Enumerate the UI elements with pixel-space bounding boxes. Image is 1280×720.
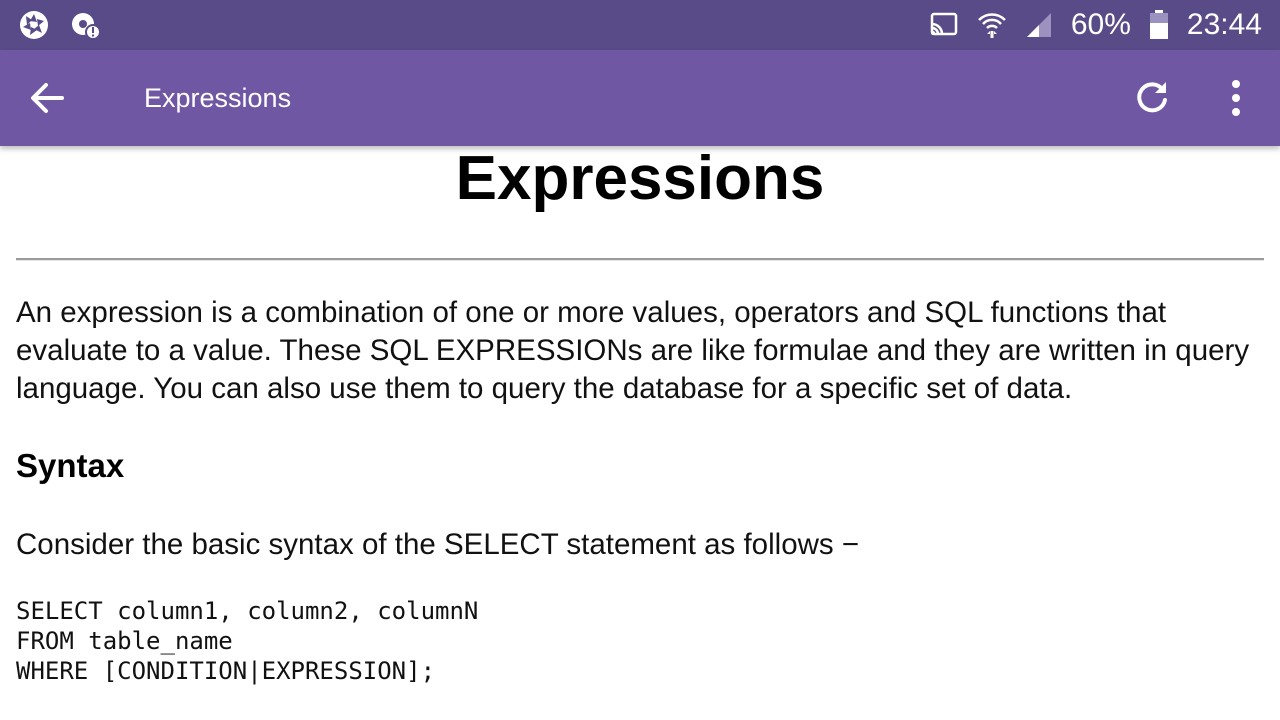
code-line: FROM table_name (16, 627, 233, 655)
status-bar: 60% 23:44 (0, 0, 1280, 50)
page-content: Expressions An expression is a combinati… (0, 146, 1280, 720)
refresh-icon[interactable] (1132, 78, 1172, 118)
battery-icon (1149, 10, 1169, 40)
code-line: SELECT column1, column2, columnN (16, 597, 479, 625)
overflow-menu-icon[interactable] (1222, 78, 1250, 118)
back-arrow-icon[interactable] (26, 76, 70, 120)
app-bar-title: Expressions (144, 83, 292, 113)
syntax-description: Consider the basic syntax of the SELECT … (16, 528, 860, 561)
code-line: WHERE [CONDITION|EXPRESSION]; (16, 657, 436, 685)
intro-paragraph: An expression is a combination of one or… (16, 296, 1250, 405)
syntax-heading: Syntax (16, 447, 125, 484)
aperture-icon (18, 9, 50, 41)
app-bar: Expressions (0, 50, 1280, 146)
page-title: Expressions (455, 146, 825, 213)
status-left-icons (18, 9, 102, 41)
battery-percent: 60% (1070, 8, 1131, 41)
location-alert-icon (70, 9, 102, 41)
status-right: 60% 23:44 (929, 0, 1262, 50)
clock: 23:44 (1186, 8, 1262, 41)
code-block: SELECT column1, column2, columnN FROM ta… (16, 596, 478, 686)
signal-icon (1025, 11, 1053, 39)
divider (16, 258, 1264, 261)
wifi-icon (977, 10, 1007, 40)
cast-icon (929, 12, 959, 38)
